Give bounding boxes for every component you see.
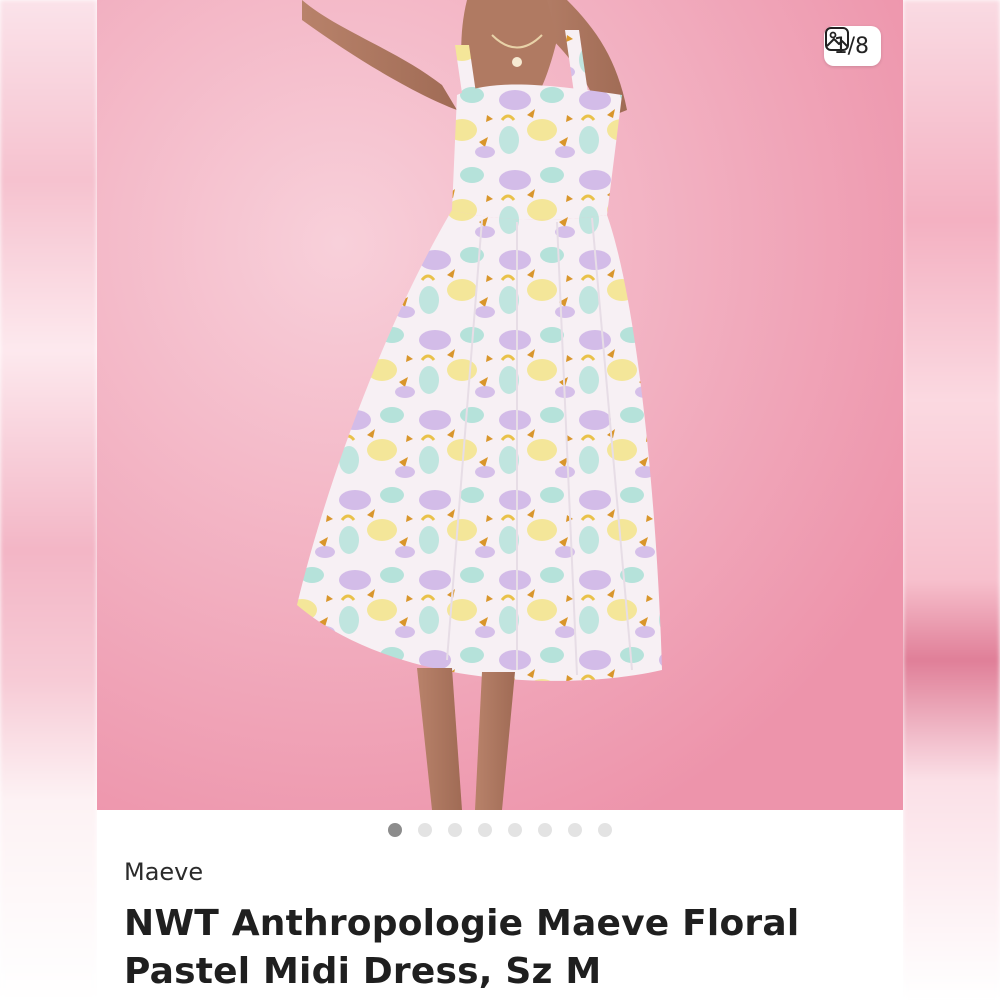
product-photo[interactable]: 1/8 (97, 0, 903, 810)
listing-title-line-2: Pastel Midi Dress, Sz M (124, 951, 602, 992)
carousel-dot[interactable] (508, 823, 522, 837)
carousel-dot[interactable] (478, 823, 492, 837)
carousel-dot[interactable] (538, 823, 552, 837)
listing-title: NWT Anthropologie Maeve Floral Pastel Mi… (124, 900, 884, 996)
carousel-dots (97, 823, 903, 837)
dress-illustration (97, 0, 903, 810)
carousel-dot[interactable] (598, 823, 612, 837)
listing-screen: 1/8 Maeve NWT Anthropologie Maeve Floral… (0, 0, 1000, 1000)
carousel-dot[interactable] (568, 823, 582, 837)
image-counter-badge[interactable]: 1/8 (823, 26, 881, 66)
left-blur-frame (0, 0, 97, 1000)
right-blur-frame (903, 0, 1000, 1000)
carousel-dot[interactable] (448, 823, 462, 837)
carousel-dot[interactable] (388, 823, 402, 837)
listing-card: 1/8 Maeve NWT Anthropologie Maeve Floral… (97, 0, 903, 1000)
listing-title-line-1: NWT Anthropologie Maeve Floral (124, 903, 800, 944)
brand-name[interactable]: Maeve (124, 858, 203, 886)
carousel-dot[interactable] (418, 823, 432, 837)
image-gallery-icon (824, 27, 849, 51)
